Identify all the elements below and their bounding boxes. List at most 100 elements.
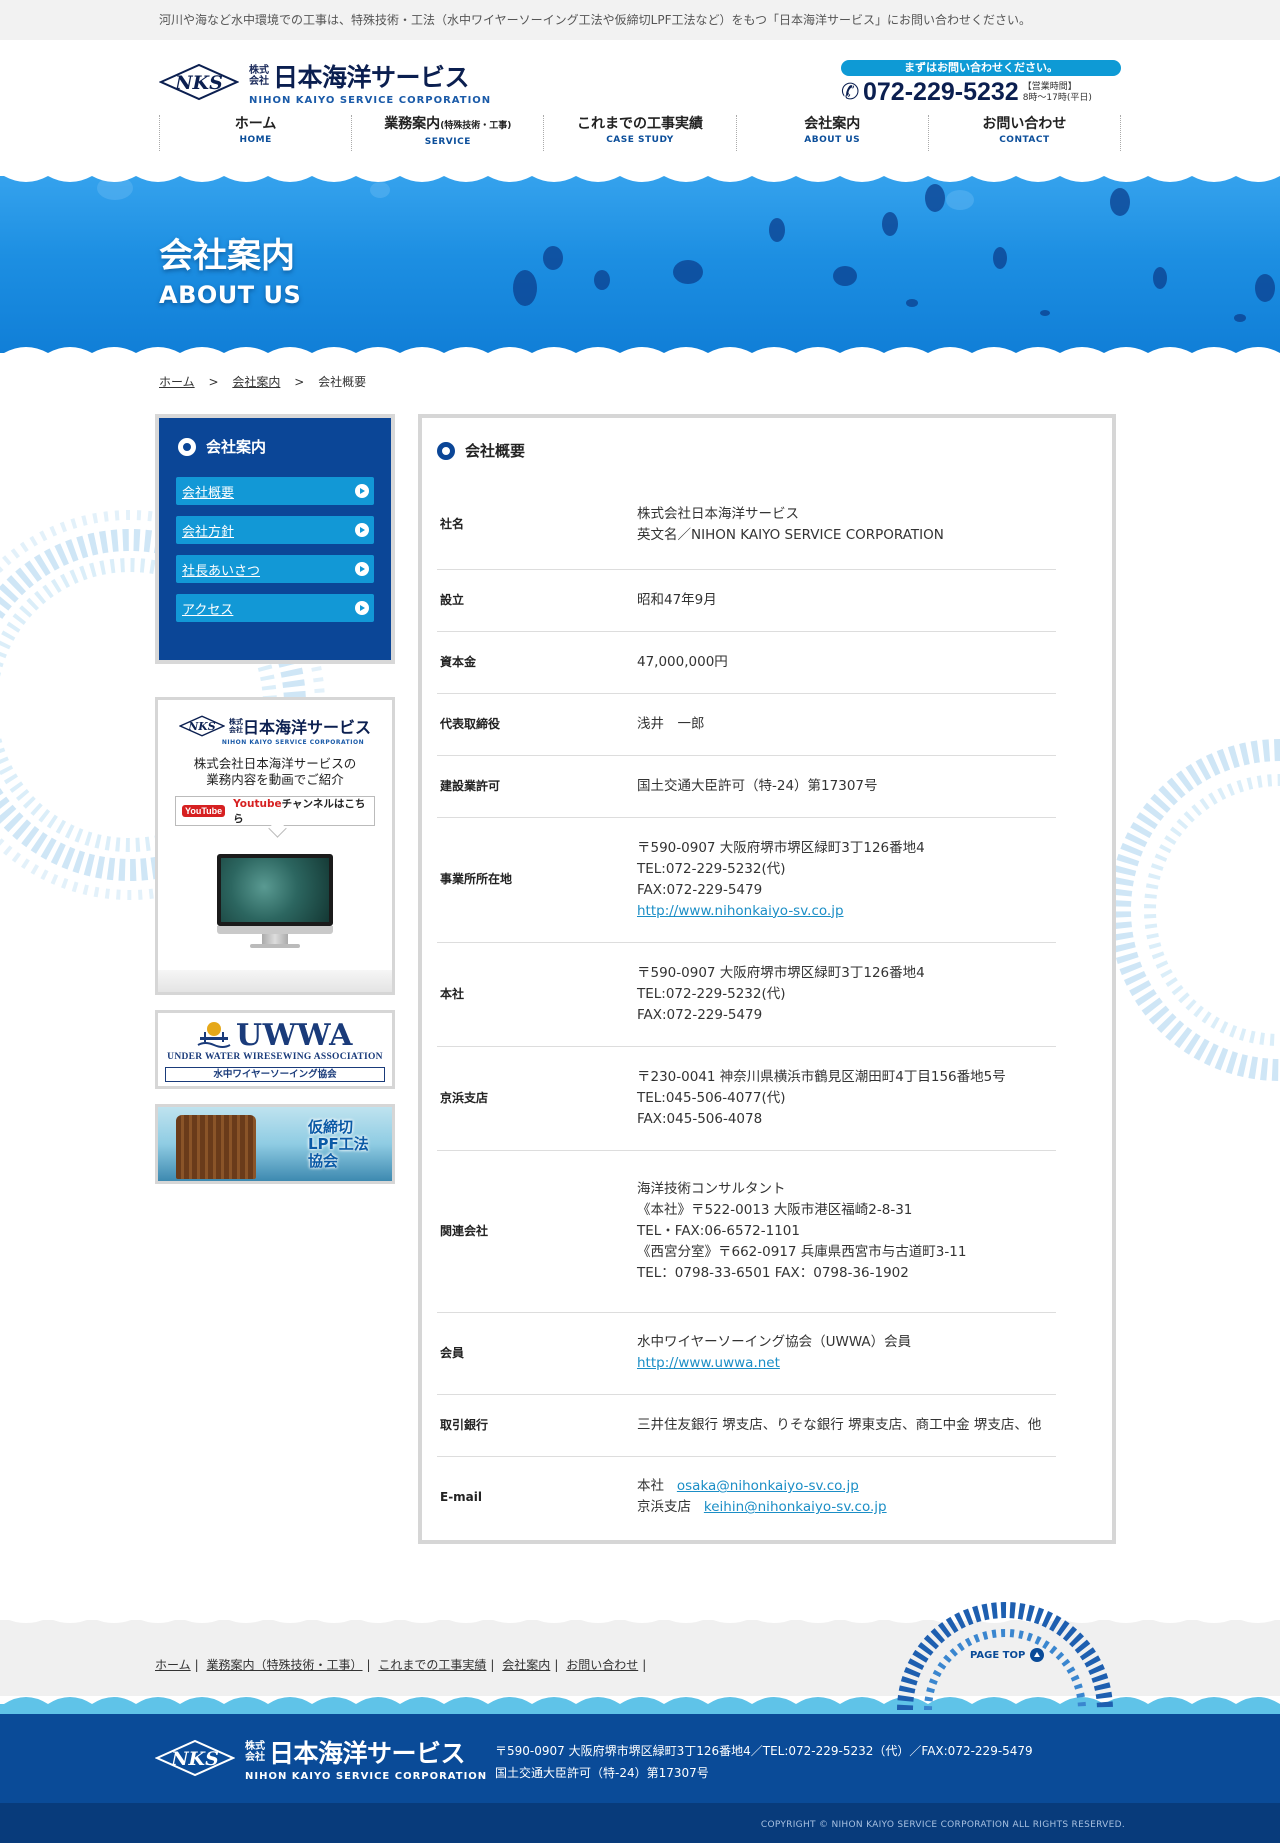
sidebar-item-president-greeting[interactable]: 社長あいさつ [176, 555, 374, 583]
sidebar-item-label: 会社概要 [182, 485, 235, 501]
row-value: 《西宮分室》〒662-0917 兵庫県西宮市与古道町3-11 [637, 1243, 967, 1260]
phone-number[interactable]: 072-229-5232 [863, 78, 1019, 107]
row-value: FAX:072-229-5479 [637, 881, 763, 898]
contact-pill: まずはお問い合わせください。 [841, 60, 1121, 76]
uwwa-link[interactable]: http://www.uwwa.net [637, 1355, 780, 1371]
nav-sub-label: HOME [239, 135, 272, 145]
nav-sub-label: ABOUT US [804, 135, 861, 145]
footer-link-contact[interactable]: お問い合わせ [566, 1658, 638, 1672]
breadcrumb-home[interactable]: ホーム [159, 375, 195, 389]
row-key: 関連会社 [440, 1223, 489, 1238]
table-row: E-mail 本社 osaka@nihonkaiyo-sv.co.jp 京浜支店… [437, 1456, 1056, 1538]
hero-bottom-wave [0, 347, 1280, 363]
row-key: 会員 [440, 1345, 465, 1360]
row-value: 水中ワイヤーソーイング協会（UWWA）会員 [637, 1334, 912, 1350]
site-logo[interactable]: NKS 株式会社 日本海洋サービス NIHON KAIYO SERVICE CO… [158, 58, 491, 106]
row-value: TEL:072-229-5232(代) [637, 860, 786, 877]
footer-link-about-us[interactable]: 会社案内 [502, 1658, 550, 1672]
arrow-right-icon [355, 523, 369, 537]
table-row: 京浜支店 〒230-0041 神奈川県横浜市鶴見区潮田町4丁目156番地5号 T… [437, 1046, 1056, 1150]
hours-value: 8時〜17時(平日) [1022, 92, 1092, 103]
footer-logo[interactable]: NKS 株式会社 日本海洋サービス NIHON KAIYO SERVICE CO… [155, 1734, 487, 1782]
section-heading: 会社概要 [465, 442, 526, 460]
nks-logo-icon: NKS [158, 63, 240, 101]
footer-link-case-study[interactable]: これまでの工事実績 [378, 1658, 486, 1672]
email-link-osaka[interactable]: osaka@nihonkaiyo-sv.co.jp [677, 1478, 859, 1494]
svg-text:NKS: NKS [187, 720, 215, 733]
nav-sub-label: CONTACT [999, 135, 1050, 145]
table-row: 代表取締役 浅井 一郎 [437, 693, 1056, 755]
row-value: 株式会社日本海洋サービス [637, 505, 799, 522]
circle-bullet-icon [437, 441, 455, 460]
breadcrumb-parent[interactable]: 会社案内 [232, 375, 280, 389]
row-value: TEL:072-229-5232(代) [637, 985, 786, 1002]
row-value: 英文名／NIHON KAIYO SERVICE CORPORATION [637, 526, 944, 543]
uwwa-title: UWWA [236, 1018, 353, 1053]
sidebar-item-access[interactable]: アクセス [176, 594, 374, 622]
hero-banner: 会社案内 ABOUT US [0, 168, 1280, 363]
footer-link-service[interactable]: 業務案内（特殊技術・工事） [207, 1658, 363, 1672]
row-key: 社名 [440, 517, 465, 532]
uwwa-banner[interactable]: UWWA UNDER WATER WIRESEWING ASSOCIATION … [155, 1010, 395, 1089]
cofferdam-illustration [176, 1115, 256, 1179]
nav-sub-label: CASE STUDY [606, 135, 674, 145]
nav-about-us[interactable]: 会社案内 ABOUT US [735, 115, 928, 151]
youtube-icon: YouTube [182, 805, 226, 817]
footer-link-home[interactable]: ホーム [155, 1658, 191, 1672]
email-label: 本社 [637, 1478, 664, 1495]
row-value: 47,000,000円 [637, 653, 728, 670]
site-footer: ホーム | 業務案内（特殊技術・工事） | これまでの工事実績 | 会社案内 | お問い… [0, 1602, 1280, 1843]
monitor-video-thumbnail[interactable] [217, 854, 333, 948]
global-nav: ホーム HOME 業務案内(特殊技術・工事) SERVICE これまでの工事実績… [159, 115, 1122, 151]
row-key: 代表取締役 [440, 716, 501, 731]
logo-name-jp: 日本海洋サービス [273, 63, 470, 92]
nav-label: これまでの工事実績 [577, 116, 703, 132]
top-notice-bar: 河川や海など水中環境での工事は、特殊技術・工法（水中ワイヤーソーイング工法や仮締… [0, 0, 1280, 40]
row-value: 〒590-0907 大阪府堺市堺区緑町3丁126番地4 [637, 839, 925, 856]
table-row: 事業所所在地 〒590-0907 大阪府堺市堺区緑町3丁126番地4 TEL:0… [437, 817, 1056, 942]
nav-home[interactable]: ホーム HOME [159, 115, 351, 151]
table-row: 会員 水中ワイヤーソーイング協会（UWWA）会員 http://www.uwwa… [437, 1312, 1056, 1394]
company-info-table: 社名 株式会社日本海洋サービス 英文名／NIHON KAIYO SERVICE … [437, 481, 1056, 1538]
arrow-up-icon [1030, 1648, 1045, 1662]
footer-links: ホーム | 業務案内（特殊技術・工事） | これまでの工事実績 | 会社案内 | お問い… [155, 1658, 647, 1672]
nav-label: ホーム [234, 116, 277, 132]
page-title: 会社案内 ABOUT US [159, 228, 301, 309]
nks-logo-icon: NKS [155, 1739, 235, 1777]
email-link-keihin[interactable]: keihin@nihonkaiyo-sv.co.jp [704, 1499, 887, 1515]
row-value: 〒230-0041 神奈川県横浜市鶴見区潮田町4丁目156番地5号 [637, 1068, 1006, 1085]
sidebar-item-company-profile[interactable]: 会社概要 [176, 477, 374, 505]
nav-label: 業務案内 [384, 116, 441, 132]
row-key: 設立 [440, 592, 465, 607]
lpf-association-banner[interactable]: 仮締切 LPF工法 協会 [155, 1104, 395, 1184]
nav-case-study[interactable]: これまでの工事実績 CASE STUDY [543, 115, 735, 151]
logo-kk: 株式会社 [245, 1741, 265, 1763]
copyright: COPYRIGHT © NIHON KAIYO SERVICE CORPORAT… [760, 1820, 1125, 1830]
nav-contact[interactable]: お問い合わせ CONTACT [927, 115, 1122, 151]
nav-label-note: (特殊技術・工事) [440, 121, 512, 131]
logo-mark-text: NKS [174, 72, 223, 94]
fish-pattern-right [1109, 739, 1280, 1081]
youtube-channel-button[interactable]: YouTube Youtubeチャンネルはこちら [175, 796, 375, 826]
row-value: 〒590-0907 大阪府堺市堺区緑町3丁126番地4 [637, 964, 925, 981]
website-link[interactable]: http://www.nihonkaiyo-sv.co.jp [637, 903, 844, 919]
logo-kk: 株式会社 [228, 718, 243, 734]
video-description: 株式会社日本海洋サービスの 業務内容を動画でご紹介 [193, 756, 357, 787]
sidebar-item-company-policy[interactable]: 会社方針 [176, 516, 374, 544]
row-value: 三井住友銀行 堺支店、りそな銀行 堺東支店、商工中金 堺支店、他 [637, 1416, 1042, 1433]
lpf-banner-text: 仮締切 LPF工法 協会 [308, 1118, 369, 1170]
sidebar-menu: 会社案内 会社概要 会社方針 社長あいさつ アクセス [155, 414, 395, 664]
table-row: 社名 株式会社日本海洋サービス 英文名／NIHON KAIYO SERVICE … [437, 481, 1056, 569]
row-key: 本社 [440, 986, 465, 1001]
breadcrumb-separator: > [208, 375, 219, 389]
page-top-button[interactable]: PAGE TOP [890, 1590, 1120, 1711]
table-row: 本社 〒590-0907 大阪府堺市堺区緑町3丁126番地4 TEL:072-2… [437, 942, 1056, 1046]
sidebar-item-label: アクセス [182, 602, 234, 618]
row-value: FAX:072-229-5479 [637, 1006, 763, 1023]
nav-sub-label: SERVICE [424, 137, 471, 147]
nav-service[interactable]: 業務案内(特殊技術・工事) SERVICE [351, 115, 543, 151]
row-value: 《本社》〒522-0013 大阪市港区福崎2-8-31 [637, 1201, 913, 1218]
uwwa-subtitle-en: UNDER WATER WIRESEWING ASSOCIATION [167, 1052, 383, 1062]
row-value: TEL・FAX:06-6572-1101 [637, 1222, 800, 1239]
arrow-right-icon [355, 601, 369, 615]
